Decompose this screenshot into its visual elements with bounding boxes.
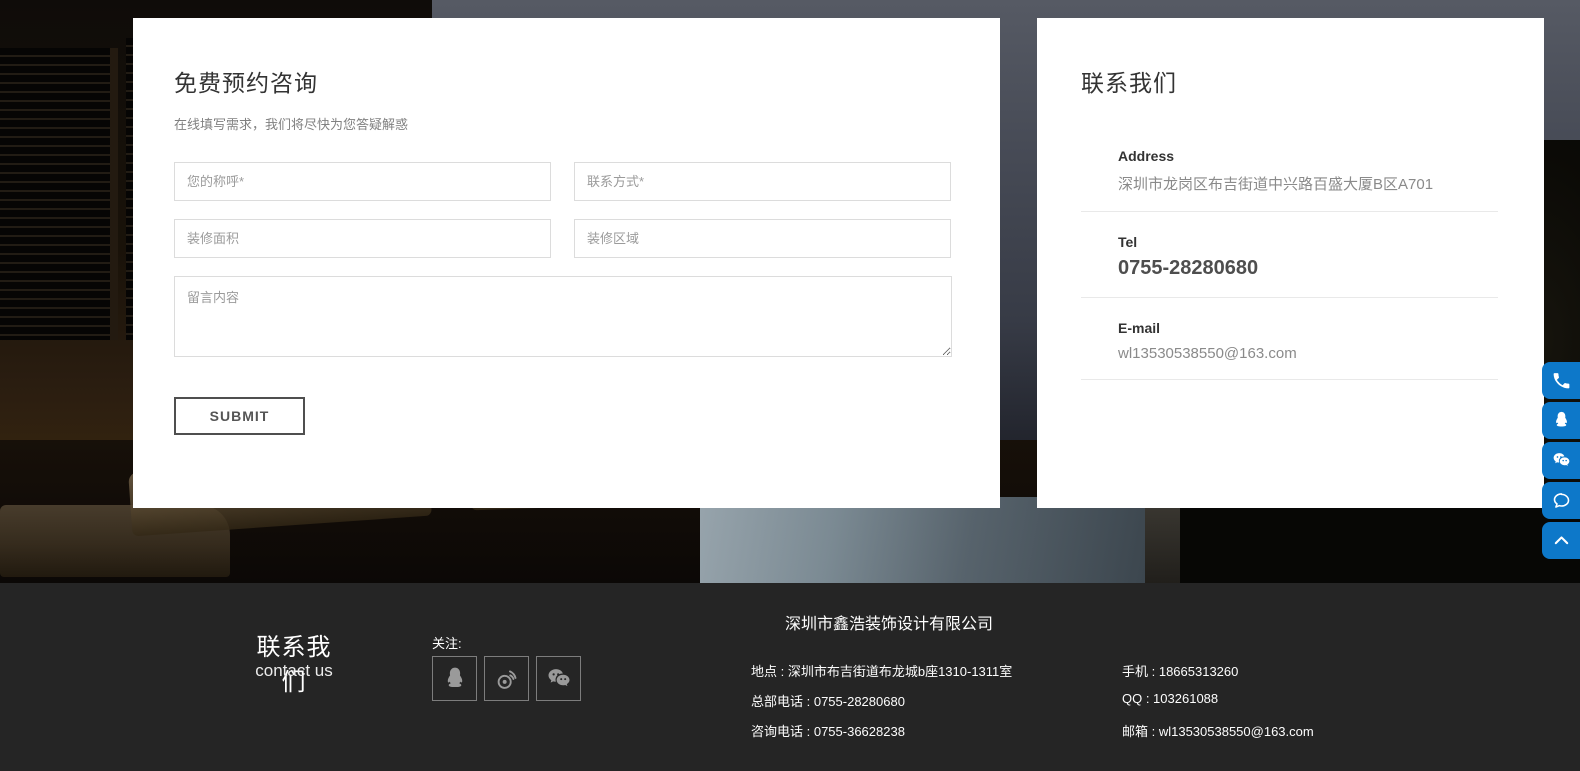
tel-value: 0755-28280680	[1118, 257, 1498, 280]
message-button[interactable]	[1542, 482, 1580, 519]
social-wechat-button[interactable]	[536, 656, 581, 701]
message-field[interactable]	[174, 276, 952, 357]
email-label: E-mail	[1118, 320, 1498, 336]
qq-icon	[441, 665, 469, 693]
qq-icon	[1551, 410, 1572, 431]
contact-item-email: E-mail wl13530538550@163.com	[1081, 298, 1498, 380]
tel-label: Tel	[1118, 234, 1498, 250]
footer-email-row: 邮箱 : wl13530538550@163.com	[1122, 721, 1314, 740]
back-to-top-icon	[1551, 530, 1572, 551]
company-name: 深圳市鑫浩装饰设计有限公司	[751, 610, 1027, 634]
decoration-area-field[interactable]	[174, 219, 551, 258]
social-weibo-button[interactable]	[484, 656, 529, 701]
wechat-icon	[545, 665, 573, 693]
chat-bubble-icon	[1551, 490, 1572, 511]
weibo-icon	[493, 665, 521, 693]
floating-toolbar	[1542, 362, 1580, 562]
footer-mobile-row: 手机 : 18665313260	[1122, 661, 1238, 680]
footer-qq-row: QQ : 103261088	[1122, 691, 1218, 706]
name-field[interactable]	[174, 162, 551, 201]
appointment-form-card: 免费预约咨询 在线填写需求，我们将尽快为您答疑解惑 SUBMIT	[133, 18, 1000, 508]
phone-button[interactable]	[1542, 362, 1580, 399]
social-qq-button[interactable]	[432, 656, 477, 701]
address-label: Address	[1118, 148, 1498, 164]
back-to-top-button[interactable]	[1542, 522, 1580, 559]
footer-subheading: contact us	[248, 661, 340, 681]
contact-card-title: 联系我们	[1081, 64, 1498, 98]
contact-info-card: 联系我们 Address 深圳市龙岗区布吉街道中兴路百盛大厦B区A701 Tel…	[1037, 18, 1544, 508]
background-window-blinds	[0, 48, 118, 340]
form-subtitle: 在线填写需求，我们将尽快为您答疑解惑	[174, 114, 952, 133]
background-pool	[700, 497, 1145, 583]
form-title: 免费预约咨询	[174, 64, 952, 98]
contact-item-address: Address 深圳市龙岗区布吉街道中兴路百盛大厦B区A701	[1081, 148, 1498, 212]
follow-label: 关注:	[432, 633, 462, 652]
wechat-icon	[1551, 450, 1572, 471]
footer-address-row: 地点 : 深圳市布吉街道布龙城b座1310-1311室	[751, 661, 1012, 680]
contact-item-tel: Tel 0755-28280680	[1081, 212, 1498, 298]
submit-button[interactable]: SUBMIT	[174, 397, 305, 435]
email-value: wl13530538550@163.com	[1118, 345, 1498, 362]
contact-list: Address 深圳市龙岗区布吉街道中兴路百盛大厦B区A701 Tel 0755…	[1081, 148, 1498, 380]
qq-button[interactable]	[1542, 402, 1580, 439]
footer: 联系我们 contact us 关注: 深圳市鑫浩装饰设计有限公司 地点 : 深…	[0, 583, 1580, 771]
social-links	[432, 656, 581, 701]
footer-consult-phone-row: 咨询电话 : 0755-36628238	[751, 721, 905, 740]
contact-method-field[interactable]	[574, 162, 951, 201]
address-value: 深圳市龙岗区布吉街道中兴路百盛大厦B区A701	[1118, 173, 1498, 194]
footer-hq-phone-row: 总部电话 : 0755-28280680	[751, 691, 905, 710]
phone-icon	[1551, 370, 1572, 391]
form-grid	[174, 162, 952, 357]
wechat-button[interactable]	[1542, 442, 1580, 479]
decoration-region-field[interactable]	[574, 219, 951, 258]
